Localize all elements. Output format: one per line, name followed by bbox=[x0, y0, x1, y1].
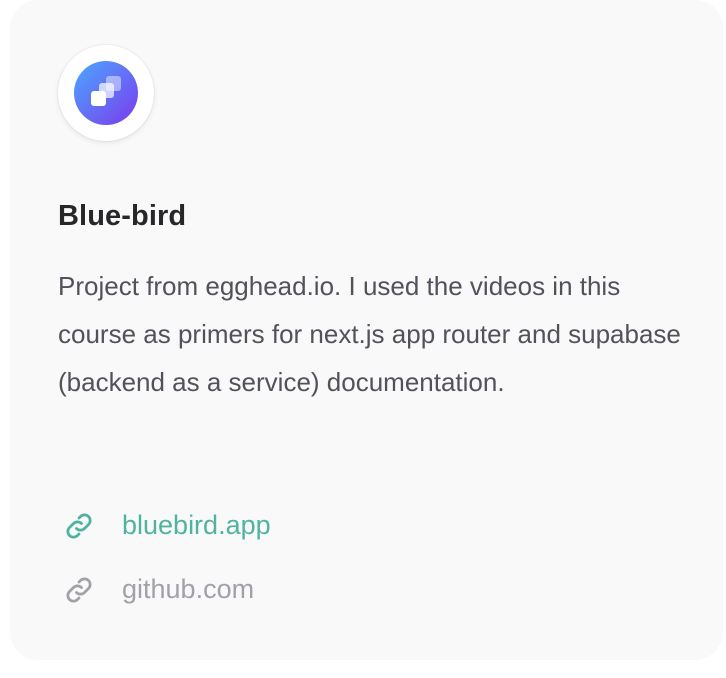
stacked-squares-logo-icon bbox=[74, 61, 138, 125]
link-label[interactable]: github.com bbox=[122, 571, 254, 607]
bluebird-app-link[interactable]: bluebird.app bbox=[58, 507, 271, 543]
project-description: Project from egghead.io. I used the vide… bbox=[58, 271, 681, 397]
project-title: Blue-bird bbox=[58, 200, 187, 232]
link-label[interactable]: bluebird.app bbox=[122, 507, 271, 543]
github-link[interactable]: github.com bbox=[58, 571, 254, 607]
link-icon bbox=[58, 507, 98, 543]
project-card: Blue-bird Project from egghead.io. I use… bbox=[10, 0, 723, 660]
link-icon bbox=[58, 571, 98, 607]
project-logo bbox=[58, 45, 154, 141]
